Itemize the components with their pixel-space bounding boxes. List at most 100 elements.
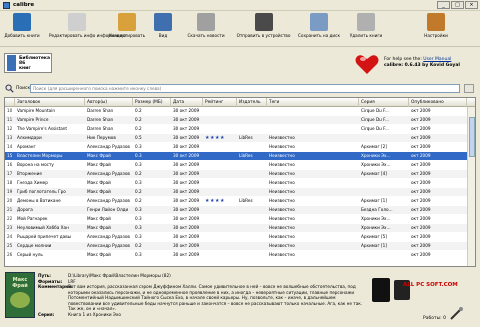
- cell-size: 0.3: [135, 234, 142, 239]
- cell-tags: Неизвестно: [269, 225, 295, 230]
- clear-search-button[interactable]: [464, 84, 474, 93]
- cell-date: 30 окт 2009: [173, 171, 200, 176]
- column-header[interactable]: Автор(ы): [85, 98, 133, 107]
- cell-pub: [237, 125, 267, 133]
- cell-author: Макс Фрай: [87, 153, 111, 158]
- cell-series: Cirque Du F...: [361, 108, 389, 113]
- cell-published: окт 2009: [411, 126, 431, 131]
- cell-title: Vampire Prince: [17, 117, 49, 122]
- cell-date: 30 окт 2009: [173, 126, 200, 131]
- table-row[interactable]: 18 Гнезда Химер Макс Фрай 0.3 30 окт 2009 Неи…: [5, 179, 467, 187]
- cell-published: окт 2009: [411, 171, 431, 176]
- table-row[interactable]: 25 Сердце молнии Александр Рудазов 0.2 30 ок…: [5, 242, 467, 250]
- minimize-button[interactable]: _: [437, 1, 450, 9]
- cell-tags: Неизвестно: [269, 207, 295, 212]
- rating-stars: [203, 233, 237, 241]
- column-header[interactable]: Заголовок: [15, 98, 85, 107]
- toolbar-button-preferences[interactable]: Настройки: [418, 13, 454, 46]
- table-row[interactable]: 26 Серый нуль Макс Фрай 0.3 30 окт 2009 Неизв…: [5, 251, 467, 259]
- column-header[interactable]: Опубликовано: [409, 98, 467, 107]
- table-row[interactable]: 24 Рыцарей припечет давы Александр Рудазов…: [5, 233, 467, 241]
- table-row[interactable]: 19 Гриб поглотатель Гро Макс Фрай 0.2 30 окт…: [5, 188, 467, 196]
- user-manual-link[interactable]: User Manual: [423, 57, 451, 62]
- search-input[interactable]: Поиск (для расширенного поиска нажмите и…: [30, 84, 460, 93]
- cell-date: 30 окт 2009: [173, 162, 200, 167]
- rating-stars: ★★★★: [205, 198, 225, 204]
- book-cover[interactable]: Макс Фрай: [5, 272, 35, 318]
- cell-published: окт 2009: [411, 144, 431, 149]
- column-header[interactable]: Размер (MБ): [133, 98, 171, 107]
- cell-size: 0.2: [135, 117, 142, 122]
- cell-title: Гриб поглотатель Гро: [17, 189, 66, 194]
- cell-size: 0.2: [135, 198, 142, 203]
- cell-series: [359, 134, 409, 142]
- row-number: 21: [7, 207, 13, 212]
- rating-stars: [203, 224, 237, 232]
- toolbar-button-convert[interactable]: Конвертировать: [107, 13, 147, 46]
- column-header[interactable]: Теги: [267, 98, 359, 107]
- close-button[interactable]: ×: [465, 1, 478, 9]
- maximize-button[interactable]: □: [451, 1, 464, 9]
- column-header[interactable]: Рейтинг: [203, 98, 237, 107]
- table-row[interactable]: 11 Vampire Prince Darren Shan 0.2 30 окт 200…: [5, 116, 467, 124]
- toolbar-button-edit-metadata[interactable]: Редактировать инфо информацию: [49, 13, 126, 46]
- rating-stars: [203, 107, 237, 115]
- table-row[interactable]: 21 Дорога Генри Лайон Олди 0.3 30 окт 2009 Не…: [5, 206, 467, 214]
- rating-stars: [203, 242, 237, 250]
- cell-pub: [237, 233, 267, 241]
- cell-pub: [237, 251, 267, 259]
- table-row[interactable]: 12 The Vampire's Assistant Darren Shan 0.2 3…: [5, 125, 467, 133]
- toolbar-button-fetch-news[interactable]: Скачать новости: [180, 13, 232, 46]
- table-row[interactable]: 13 Алхимдари Ник Перумов 0.5 30 окт 2009 ★★★★…: [5, 134, 467, 142]
- cell-author: Макс Фрай: [87, 189, 111, 194]
- library-button[interactable]: Библиотека 86 книг: [4, 53, 52, 73]
- toolbar-button-view[interactable]: Вид: [153, 13, 173, 46]
- cell-size: 0.3: [135, 207, 142, 212]
- row-number: 15: [7, 153, 13, 158]
- cell-published: окт 2009: [411, 252, 431, 257]
- rating-stars: [203, 251, 237, 259]
- comments-value: Вот вам история, рассказанная сэром Джуф…: [68, 284, 363, 311]
- book-details-panel: Макс Фрай Путь: D:\Library\Макс Фрай\Власт…: [0, 270, 480, 327]
- cell-tags: Неизвестно: [269, 252, 295, 257]
- column-header[interactable]: Серия: [359, 98, 409, 107]
- donate-heart-icon[interactable]: [355, 53, 379, 75]
- toolbar-button-send-to-device[interactable]: Отправить в устройство: [236, 13, 291, 46]
- column-header[interactable]: Дата: [171, 98, 203, 107]
- cell-title: Серый нуль: [17, 252, 43, 257]
- row-number: 19: [7, 189, 13, 194]
- toolbar-label: Отправить в устройство: [236, 33, 291, 38]
- jobs-status[interactable]: Работы: 0: [423, 316, 446, 321]
- add-books-icon: [13, 13, 31, 31]
- advanced-search-icon[interactable]: [5, 84, 14, 93]
- cell-date: 30 окт 2009: [173, 216, 200, 221]
- edit-metadata-icon: [67, 13, 86, 31]
- search-bar: Поиск: Поиск (для расширенного поиска на…: [0, 83, 480, 94]
- toolbar-label: Конвертировать: [108, 33, 146, 38]
- table-row[interactable]: 10 Vampire Mountain Darren Shan 0.2 30 окт 2…: [5, 107, 467, 115]
- cell-series: [359, 188, 409, 196]
- table-row[interactable]: 16 Ворона на мосту Макс Фрай 0.3 30 окт 2009…: [5, 161, 467, 169]
- row-number: 14: [7, 144, 13, 149]
- column-header[interactable]: Издатель: [237, 98, 267, 107]
- preferences-icon: [427, 13, 445, 31]
- toolbar-button-save-to-disk[interactable]: Сохранить на диск: [296, 13, 342, 46]
- table-row[interactable]: 23 Неуловимый Хабба Хан Макс Фрай 0.3 30 окт…: [5, 224, 467, 232]
- toolbar-button-add-books[interactable]: Добавить книги: [3, 13, 41, 46]
- table-row[interactable]: 15 Властелин Морморы Макс Фрай 0.3 30 окт 20…: [5, 152, 467, 160]
- cell-published: окт 2009: [411, 180, 431, 185]
- device-reader-icon[interactable]: [372, 278, 390, 302]
- cell-title: Неуловимый Хабба Хан: [17, 225, 69, 230]
- table-row[interactable]: 22 Мой Рагнарек Макс Фрай 0.3 30 окт 2009 Неи…: [5, 215, 467, 223]
- table-row[interactable]: 14 Ароманг Александр Рудазов 0.3 30 окт 2009…: [5, 143, 467, 151]
- save-to-disk-icon: [310, 13, 328, 31]
- cell-tags: Неизвестно: [269, 171, 295, 176]
- cell-title: Гнезда Химер: [17, 180, 48, 185]
- table-row[interactable]: 20 Демоны в Ватикане Александр Рудазов 0.2 3…: [5, 197, 467, 205]
- comments-label: Комментарии:: [38, 284, 73, 289]
- vertical-scrollbar[interactable]: [467, 107, 475, 266]
- toolbar-button-remove-books[interactable]: Удалить книги: [345, 13, 387, 46]
- cell-pub: LibRes: [239, 153, 253, 158]
- table-row[interactable]: 17 Вторжение Александр Рудазов 0.2 30 окт 20…: [5, 170, 467, 178]
- scrollbar-thumb[interactable]: [469, 117, 475, 157]
